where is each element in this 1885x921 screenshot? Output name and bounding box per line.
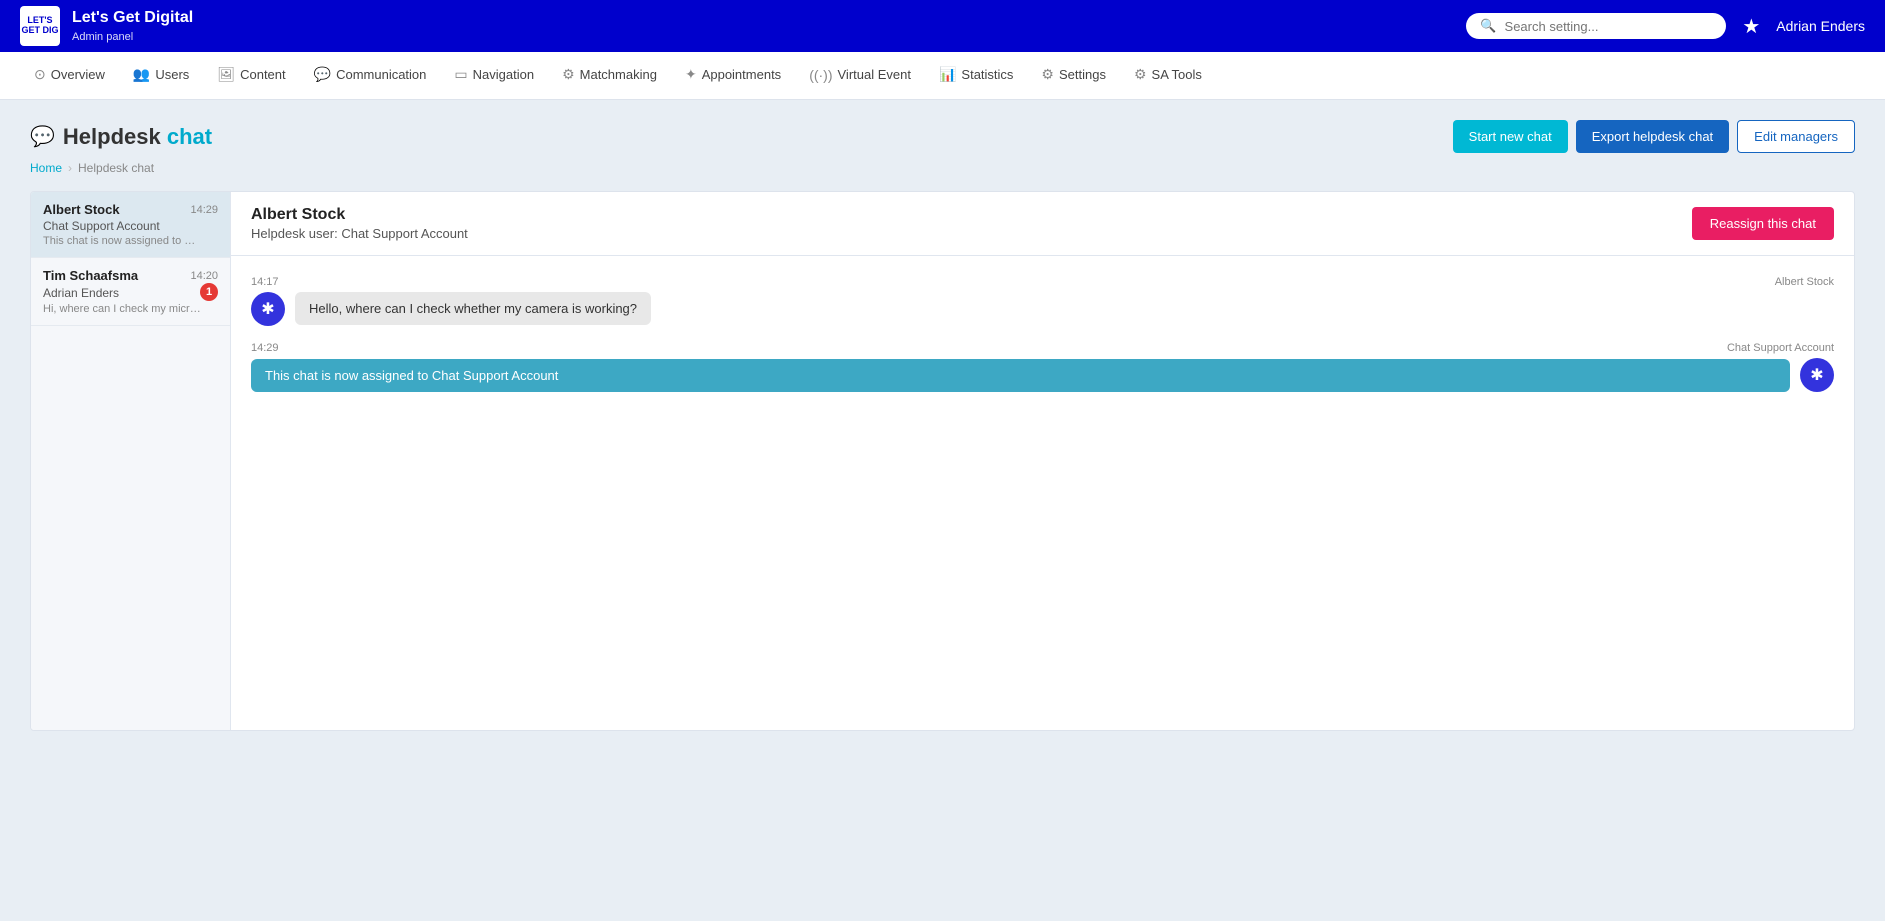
nav-item-sa-tools[interactable]: ⚙ SA Tools (1120, 52, 1216, 100)
chat-user-sub: Helpdesk user: Chat Support Account (251, 226, 468, 241)
helpdesk-icon: 💬 (30, 124, 55, 149)
message-bubble: This chat is now assigned to Chat Suppor… (251, 359, 1790, 392)
nav-item-virtual-event[interactable]: ((·)) Virtual Event (795, 52, 925, 100)
statistics-icon: 📊 (939, 66, 956, 83)
edit-managers-button[interactable]: Edit managers (1737, 120, 1855, 153)
page-actions: Start new chat Export helpdesk chat Edit… (1453, 120, 1855, 153)
sa-tools-icon: ⚙ (1134, 66, 1147, 83)
page-title: Helpdesk chat (63, 124, 212, 150)
content-icon: 🖼 (217, 66, 235, 83)
page-title-area: 💬 Helpdesk chat (30, 124, 212, 150)
nav-item-navigation[interactable]: ▭ Navigation (440, 52, 548, 100)
logo: LET'S GET DIG (20, 6, 60, 46)
page-header: 💬 Helpdesk chat Start new chat Export he… (30, 120, 1855, 153)
avatar: ✱ (1800, 358, 1834, 392)
chat-item-header: Tim Schaafsma 14:20 (43, 268, 218, 283)
reassign-chat-button[interactable]: Reassign this chat (1692, 207, 1834, 240)
communication-icon: 💬 (314, 66, 331, 83)
chat-item-row2: Adrian Enders 1 (43, 283, 218, 301)
export-helpdesk-button[interactable]: Export helpdesk chat (1576, 120, 1729, 153)
secondary-nav: ⊙ Overview 👥 Users 🖼 Content 💬 Communica… (0, 52, 1885, 100)
start-new-chat-button[interactable]: Start new chat (1453, 120, 1568, 153)
topbar: LET'S GET DIG Let's Get Digital Admin pa… (0, 0, 1885, 52)
chat-list-item[interactable]: Tim Schaafsma 14:20 Adrian Enders 1 Hi, … (31, 258, 230, 326)
nav-item-communication[interactable]: 💬 Communication (300, 52, 441, 100)
chat-user-name: Albert Stock (251, 206, 468, 224)
brand-subtitle: Admin panel (72, 31, 133, 43)
breadcrumb-separator: › (68, 161, 72, 175)
brand-name: Let's Get Digital (72, 9, 193, 27)
nav-item-appointments[interactable]: ✦ Appointments (671, 52, 795, 100)
nav-item-content[interactable]: 🖼 Content (203, 52, 299, 100)
message-block: 14:29 Chat Support Account This chat is … (251, 342, 1834, 392)
chat-list: Albert Stock 14:29 Chat Support Account … (31, 192, 231, 730)
msg-row-left: ✱ Hello, where can I check whether my ca… (251, 292, 1834, 326)
message-block: 14:17 Albert Stock ✱ Hello, where can I … (251, 276, 1834, 326)
favorites-icon[interactable]: ★ (1742, 14, 1760, 39)
msg-row-right: This chat is now assigned to Chat Suppor… (251, 358, 1834, 392)
breadcrumb-home[interactable]: Home (30, 161, 62, 175)
msg-meta: 14:17 Albert Stock (251, 276, 1834, 288)
overview-icon: ⊙ (34, 66, 46, 83)
brand-area: LET'S GET DIG Let's Get Digital Admin pa… (20, 6, 193, 46)
chat-layout: Albert Stock 14:29 Chat Support Account … (30, 191, 1855, 731)
breadcrumb: Home › Helpdesk chat (30, 161, 1855, 175)
msg-meta: 14:29 Chat Support Account (251, 342, 1834, 354)
nav-item-statistics[interactable]: 📊 Statistics (925, 52, 1027, 100)
navigation-icon: ▭ (454, 66, 467, 83)
chat-user-info: Albert Stock Helpdesk user: Chat Support… (251, 206, 468, 241)
nav-item-settings[interactable]: ⚙ Settings (1027, 52, 1120, 100)
brand-text: Let's Get Digital Admin panel (72, 9, 193, 43)
users-icon: 👥 (133, 66, 150, 83)
user-name: Adrian Enders (1776, 18, 1865, 34)
matchmaking-icon: ⚙ (562, 66, 575, 83)
chat-list-item[interactable]: Albert Stock 14:29 Chat Support Account … (31, 192, 230, 258)
chat-item-header: Albert Stock 14:29 (43, 202, 218, 217)
topbar-right: 🔍 ★ Adrian Enders (1466, 13, 1865, 39)
appointments-icon: ✦ (685, 66, 697, 83)
chat-messages: 14:17 Albert Stock ✱ Hello, where can I … (231, 256, 1854, 730)
virtual-event-icon: ((·)) (809, 67, 832, 83)
search-input[interactable] (1505, 19, 1713, 34)
message-bubble: Hello, where can I check whether my came… (295, 292, 651, 325)
unread-badge: 1 (200, 283, 218, 301)
nav-item-matchmaking[interactable]: ⚙ Matchmaking (548, 52, 671, 100)
chat-header: Albert Stock Helpdesk user: Chat Support… (231, 192, 1854, 256)
nav-item-users[interactable]: 👥 Users (119, 52, 203, 100)
user-menu[interactable]: Adrian Enders (1776, 18, 1865, 34)
search-bar[interactable]: 🔍 (1466, 13, 1726, 39)
main-content: 💬 Helpdesk chat Start new chat Export he… (0, 100, 1885, 751)
avatar: ✱ (251, 292, 285, 326)
chat-main-area: Albert Stock Helpdesk user: Chat Support… (231, 192, 1854, 730)
nav-item-overview[interactable]: ⊙ Overview (20, 52, 119, 100)
settings-icon: ⚙ (1041, 66, 1054, 83)
breadcrumb-current: Helpdesk chat (78, 161, 154, 175)
search-icon: 🔍 (1480, 18, 1496, 34)
